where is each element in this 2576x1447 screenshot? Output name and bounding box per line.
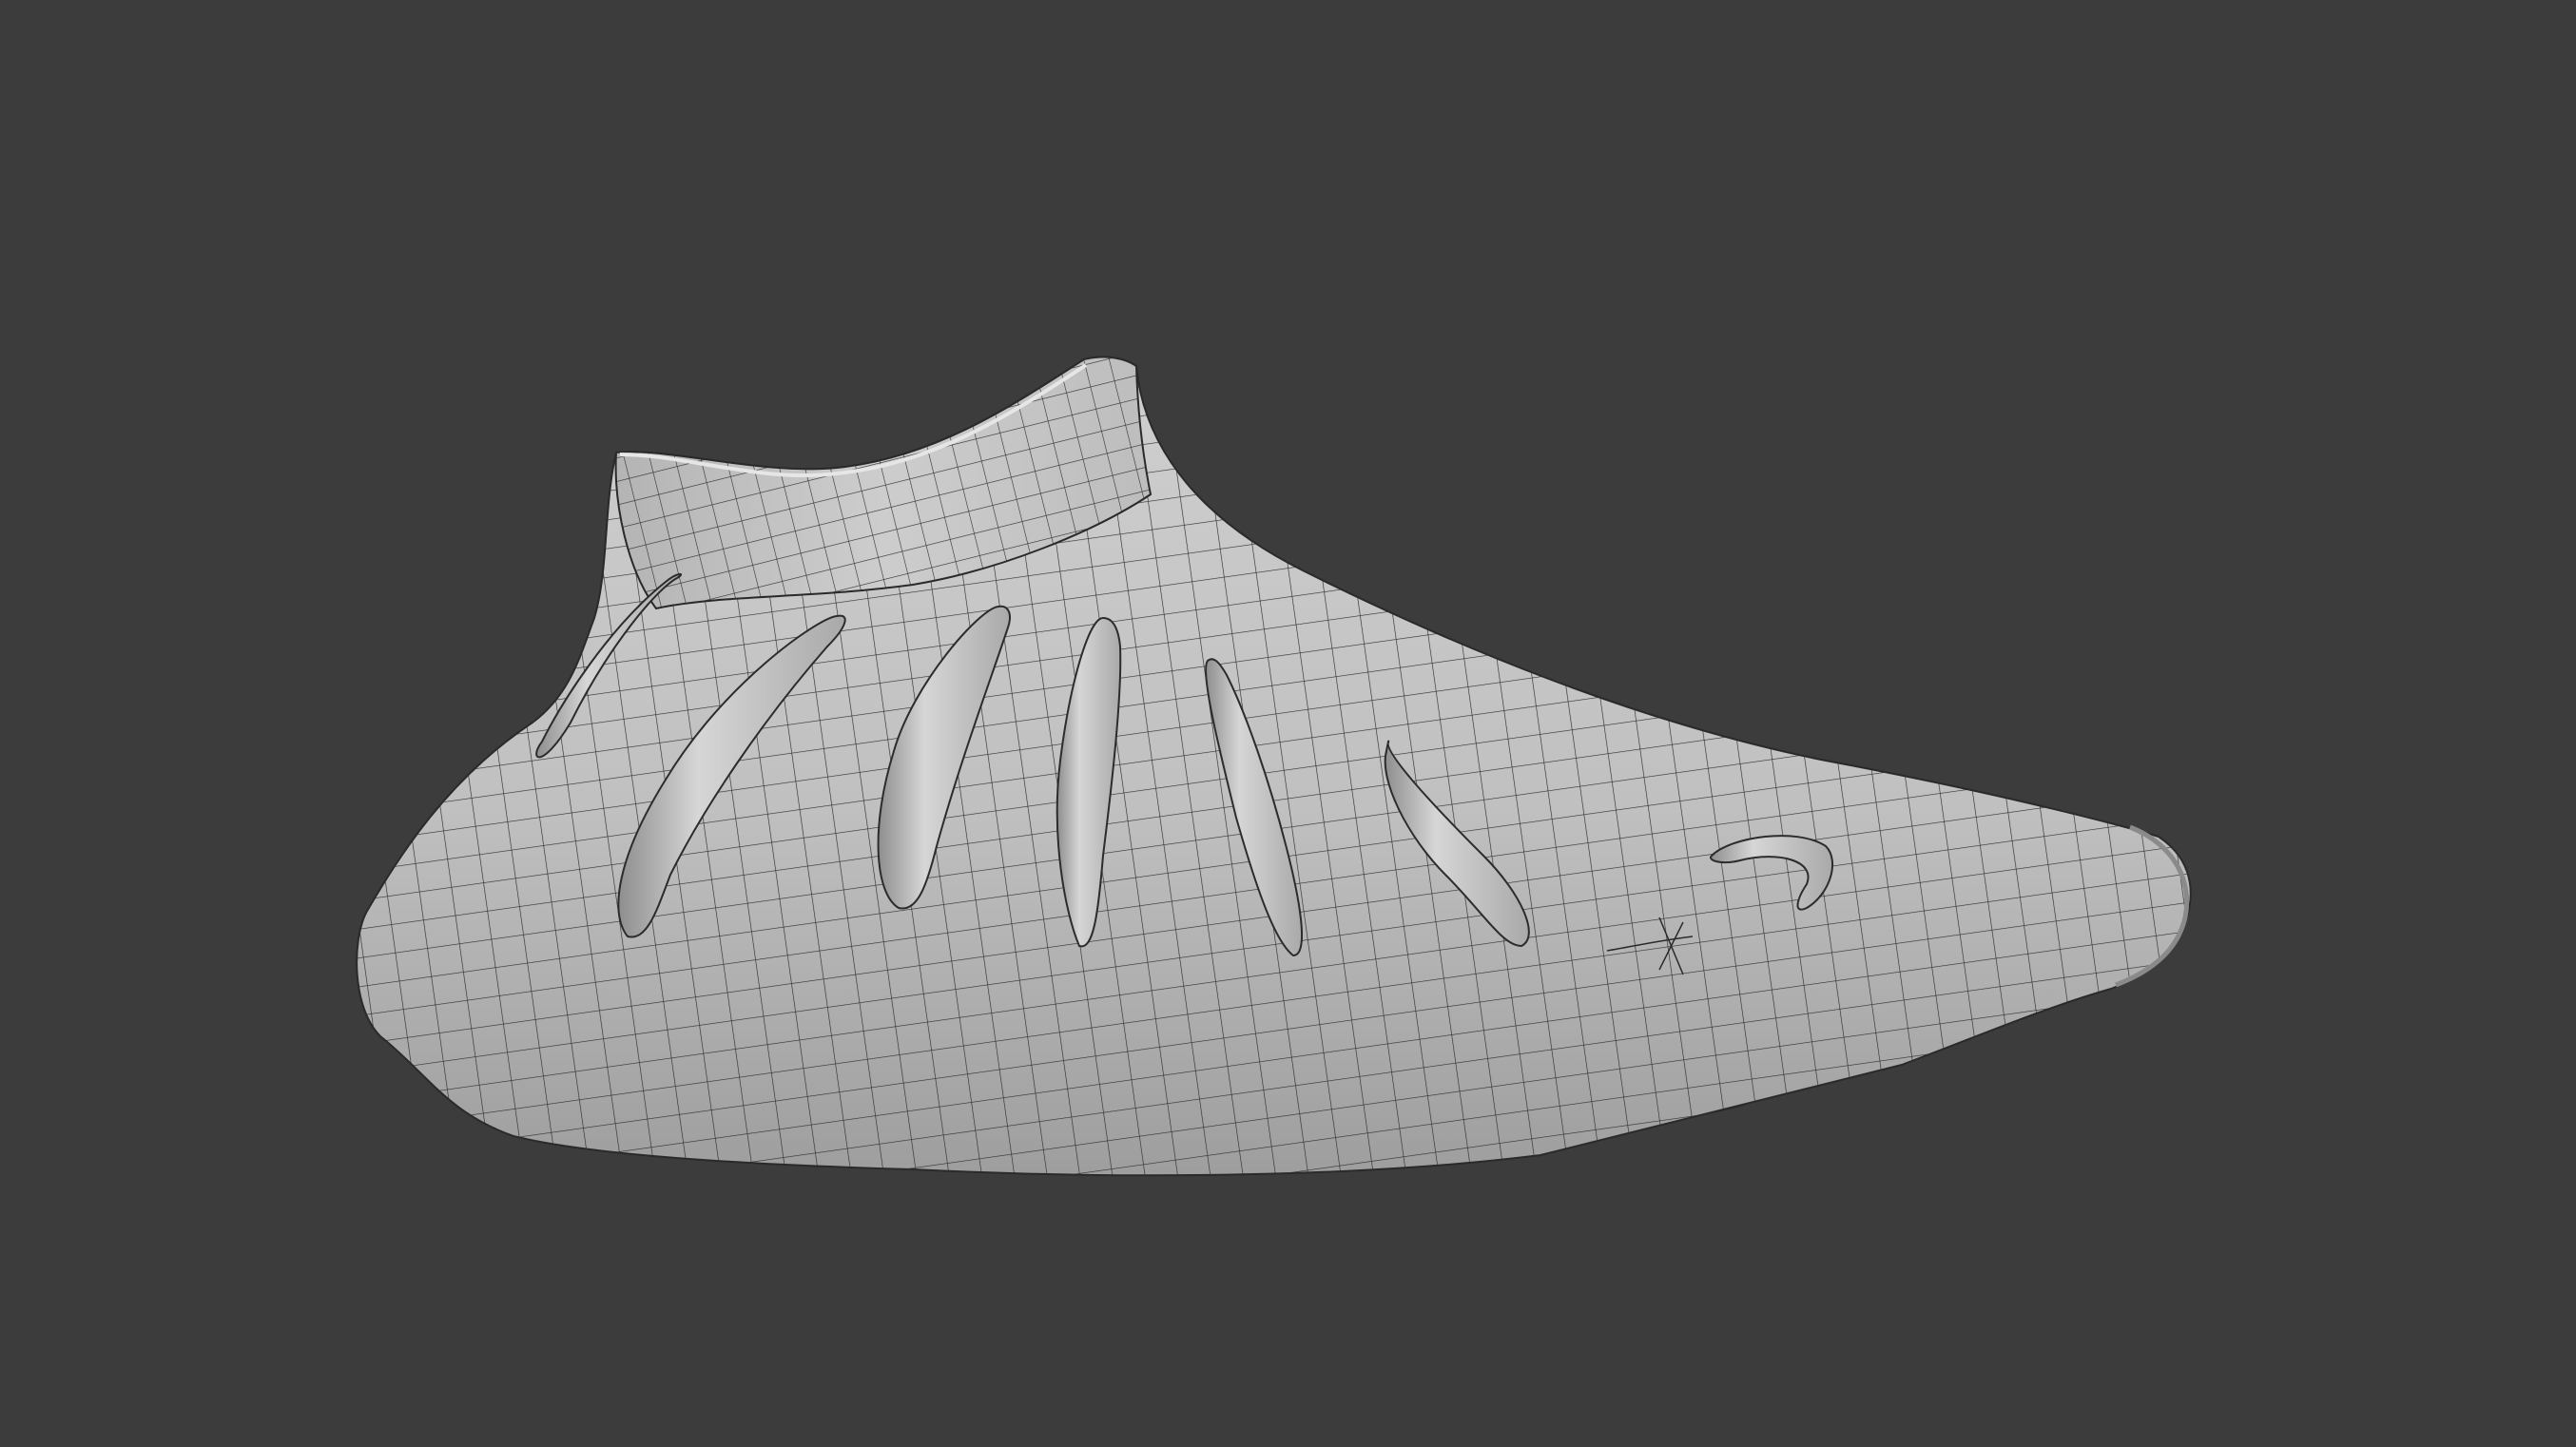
viewport-canvas[interactable] (0, 0, 2576, 1447)
3d-viewport[interactable] (0, 0, 2576, 1447)
